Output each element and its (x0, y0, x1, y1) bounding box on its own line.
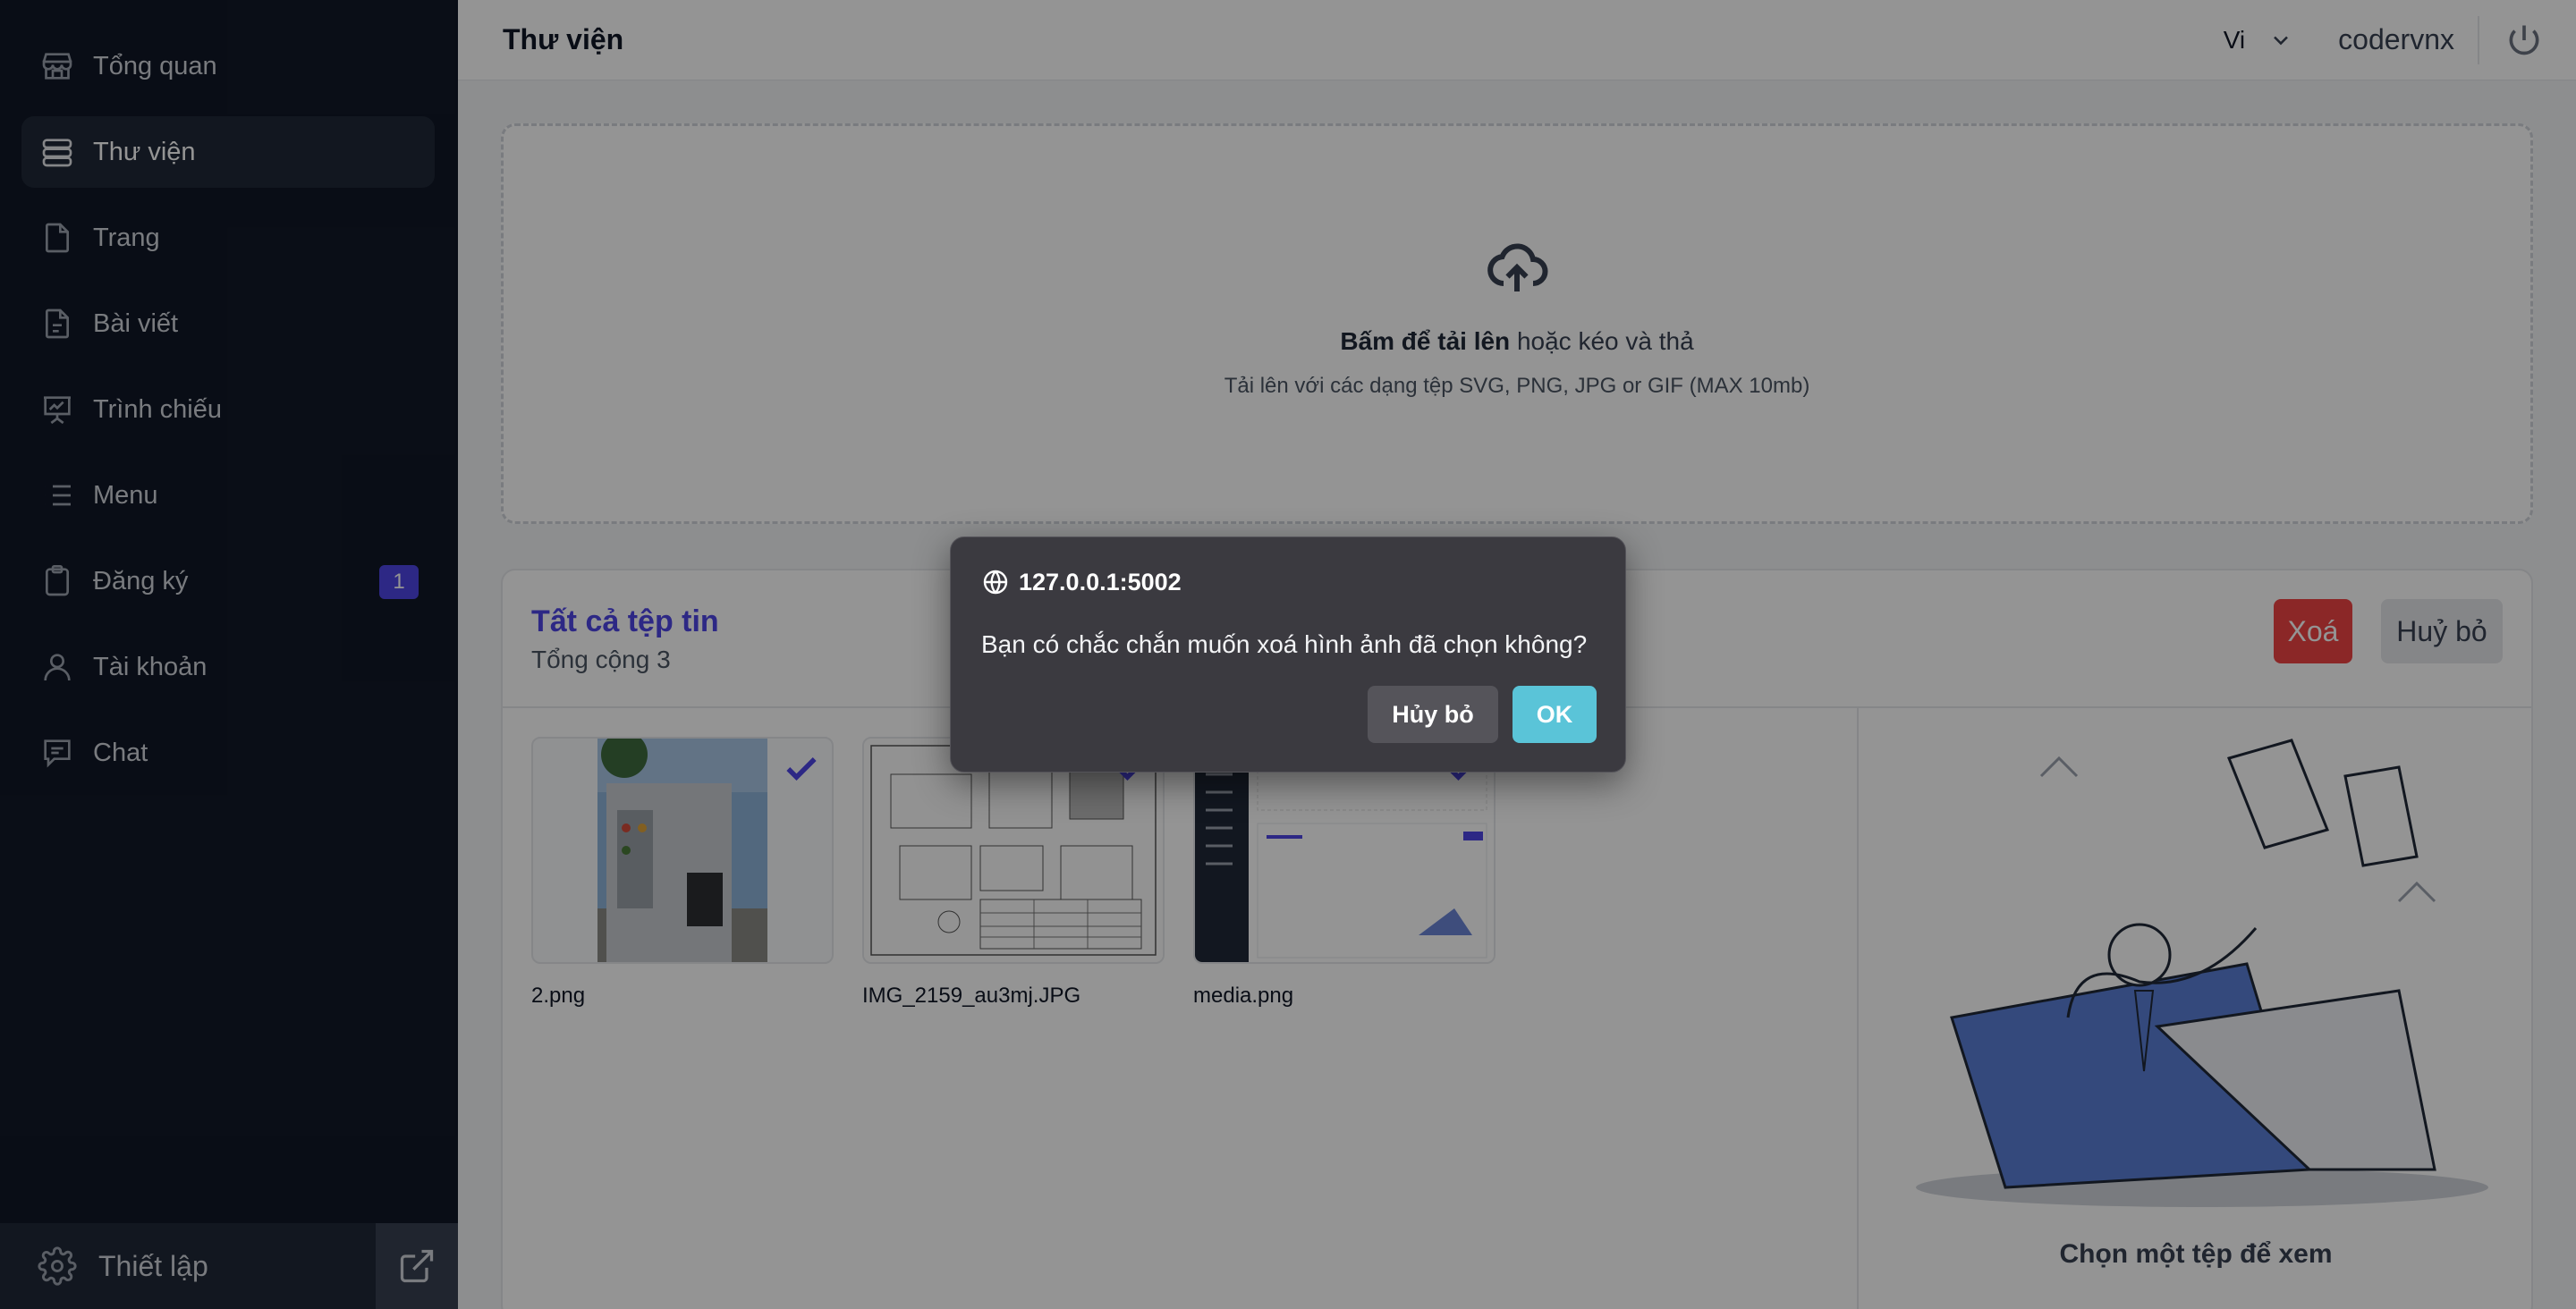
confirm-dialog: 127.0.0.1:5002 Bạn có chắc chắn muốn xoá… (950, 536, 1626, 773)
dialog-origin-text: 127.0.0.1:5002 (1019, 568, 1182, 595)
dialog-message: Bạn có chắc chắn muốn xoá hình ảnh đã ch… (981, 630, 1588, 658)
dialog-origin: 127.0.0.1:5002 (981, 568, 1182, 596)
globe-icon (983, 570, 1008, 595)
dialog-cancel-button[interactable]: Hủy bỏ (1368, 686, 1498, 743)
dialog-ok-button[interactable]: OK (1513, 686, 1597, 743)
